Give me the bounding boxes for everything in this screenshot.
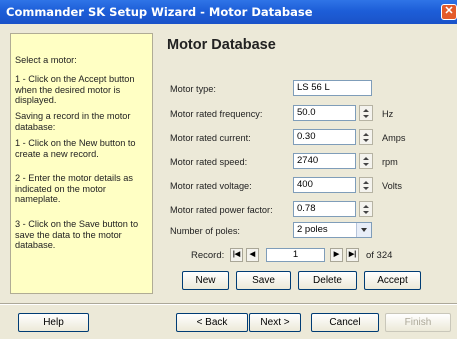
rated-frequency-field[interactable]: 50.0 — [293, 105, 356, 121]
motor-type-field[interactable]: LS 56 L — [293, 80, 372, 96]
rated-current-field[interactable]: 0.30 — [293, 129, 356, 145]
rated-current-unit: Amps — [382, 133, 406, 143]
chevron-down-icon[interactable] — [356, 223, 371, 237]
rated-speed-stepper[interactable] — [359, 153, 373, 169]
poles-select[interactable]: 2 poles — [293, 222, 372, 238]
rated-frequency-label: Motor rated frequency: — [170, 109, 263, 119]
next-record-icon[interactable]: ▶ — [330, 248, 343, 262]
help-line: 3 - Click on the Save button to save the… — [15, 219, 139, 250]
next-button[interactable]: Next > — [249, 313, 301, 332]
rated-voltage-unit: Volts — [382, 181, 402, 191]
delete-button[interactable]: Delete — [298, 271, 357, 290]
wizard-window: Commander SK Setup Wizard - Motor Databa… — [0, 0, 457, 339]
help-button[interactable]: Help — [18, 313, 89, 332]
power-factor-stepper[interactable] — [359, 201, 373, 217]
window-title: Commander SK Setup Wizard - Motor Databa… — [6, 5, 313, 19]
rated-current-stepper[interactable] — [359, 129, 373, 145]
save-button[interactable]: Save — [236, 271, 291, 290]
footer-divider — [0, 303, 457, 305]
record-label: Record: — [191, 250, 225, 261]
motor-type-label: Motor type: — [170, 84, 216, 94]
rated-speed-field[interactable]: 2740 — [293, 153, 356, 169]
page-title: Motor Database — [167, 37, 276, 53]
title-bar[interactable]: Commander SK Setup Wizard - Motor Databa… — [0, 0, 457, 24]
poles-label: Number of poles: — [170, 226, 240, 236]
rated-frequency-stepper[interactable] — [359, 105, 373, 121]
help-panel: Select a motor: 1 - Click on the Accept … — [10, 33, 153, 294]
back-button[interactable]: < Back — [176, 313, 248, 332]
rated-current-label: Motor rated current: — [170, 133, 251, 143]
power-factor-field[interactable]: 0.78 — [293, 201, 356, 217]
accept-button[interactable]: Accept — [364, 271, 421, 290]
rated-speed-unit: rpm — [382, 157, 398, 167]
help-line: Select a motor: — [15, 55, 77, 65]
record-number-field[interactable]: 1 — [266, 248, 325, 262]
new-button[interactable]: New — [182, 271, 229, 290]
help-line: Saving a record in the motor database: — [15, 111, 131, 132]
finish-button[interactable]: Finish — [385, 313, 451, 332]
close-icon[interactable]: ✕ — [441, 4, 457, 20]
rated-voltage-field[interactable]: 400 — [293, 177, 356, 193]
prev-record-icon[interactable]: ◀ — [246, 248, 259, 262]
record-total: of 324 — [366, 250, 393, 261]
help-line: 1 - Click on the New button to create a … — [15, 138, 136, 159]
help-line: 1 - Click on the Accept button when the … — [15, 74, 135, 105]
rated-speed-label: Motor rated speed: — [170, 157, 248, 167]
cancel-button[interactable]: Cancel — [311, 313, 379, 332]
rated-voltage-label: Motor rated voltage: — [170, 181, 252, 191]
rated-frequency-unit: Hz — [382, 109, 394, 119]
poles-value: 2 poles — [297, 224, 328, 235]
power-factor-label: Motor rated power factor: — [170, 205, 273, 215]
first-record-icon[interactable]: |◀ — [230, 248, 243, 262]
last-record-icon[interactable]: ▶| — [346, 248, 359, 262]
rated-voltage-stepper[interactable] — [359, 177, 373, 193]
help-line: 2 - Enter the motor details as indicated… — [15, 173, 133, 204]
